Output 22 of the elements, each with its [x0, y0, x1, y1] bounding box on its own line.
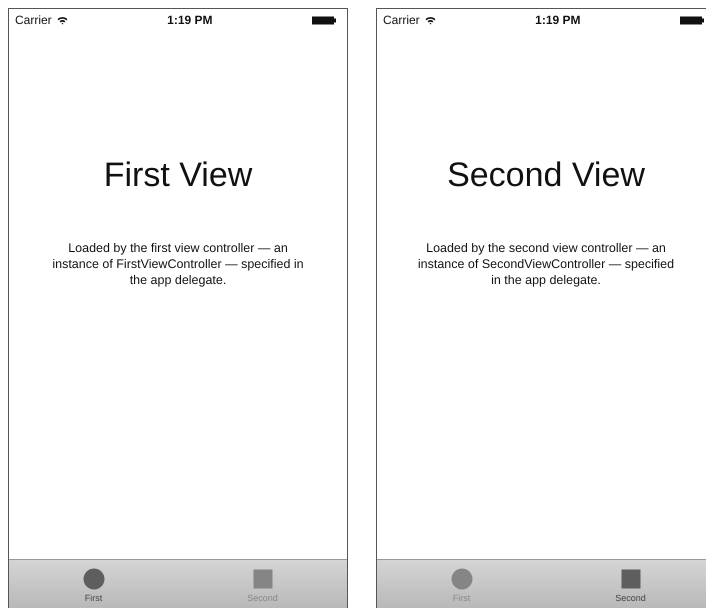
tab-item[interactable]: Second — [546, 560, 706, 608]
view-title: First View — [104, 155, 252, 196]
wifi-icon — [424, 16, 436, 24]
circle-icon — [82, 568, 104, 590]
battery-icon — [312, 16, 337, 24]
status-time: 1:19 PM — [167, 12, 213, 29]
view-title: Second View — [447, 155, 645, 196]
status-time: 1:19 PM — [535, 12, 581, 29]
carrier-label: Carrier — [15, 12, 52, 29]
battery-icon — [680, 16, 705, 24]
carrier-label: Carrier — [383, 12, 420, 29]
square-icon — [620, 568, 642, 590]
wifi-icon — [56, 16, 68, 24]
tab-label: First — [452, 594, 470, 603]
tab-label: First — [84, 594, 102, 603]
tab-item[interactable]: First — [9, 560, 178, 608]
view-description: Loaded by the second view controller — an instance of SecondViewController — specified in the app delegate. — [416, 240, 676, 289]
tab-label: Second — [615, 594, 646, 603]
tab-label: Second — [247, 594, 278, 603]
view-description: Loaded by the first view controller — an instance of FirstViewController — specified in the app delegate. — [51, 240, 305, 289]
square-icon — [252, 568, 274, 590]
circle-icon — [450, 568, 472, 590]
